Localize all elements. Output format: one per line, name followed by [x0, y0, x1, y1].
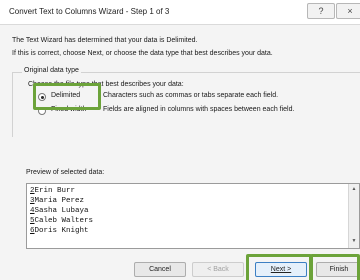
dialog-title: Convert Text to Columns Wizard - Step 1 …: [9, 7, 170, 16]
delimited-description: Characters such as commas or tabs separa…: [103, 92, 279, 99]
preview-scrollbar[interactable]: ▲ ▼: [348, 184, 359, 248]
close-icon[interactable]: ×: [336, 3, 360, 19]
back-button[interactable]: < Back: [192, 262, 244, 277]
delimited-highlight-box: [33, 83, 101, 110]
fixed-width-description: Fields are aligned in columns with space…: [103, 106, 295, 113]
scroll-up-arrow-icon[interactable]: ▲: [349, 186, 359, 192]
preview-row: 3Maria Perez: [30, 197, 85, 205]
cancel-button[interactable]: Cancel: [134, 262, 186, 277]
preview-row: 2Erin Burr: [30, 187, 76, 195]
convert-text-wizard-dialog: Convert Text to Columns Wizard - Step 1 …: [0, 0, 360, 280]
next-highlight-box: [246, 254, 312, 280]
finish-highlight-box: [310, 254, 360, 280]
intro-line-2: If this is correct, choose Next, or choo…: [12, 50, 273, 57]
data-preview-pane[interactable]: 2Erin Burr 3Maria Perez 4Sasha Lubaya 5C…: [26, 183, 360, 249]
original-data-type-label: Original data type: [22, 67, 81, 74]
preview-row: 5Caleb Walters: [30, 217, 94, 225]
preview-label: Preview of selected data:: [26, 169, 105, 176]
help-icon[interactable]: ?: [307, 3, 335, 19]
scroll-down-arrow-icon[interactable]: ▼: [349, 238, 359, 244]
preview-row: 6Doris Knight: [30, 227, 89, 235]
intro-line-1: The Text Wizard has determined that your…: [12, 37, 198, 44]
title-bar: Convert Text to Columns Wizard - Step 1 …: [0, 0, 360, 25]
preview-row: 4Sasha Lubaya: [30, 207, 89, 215]
